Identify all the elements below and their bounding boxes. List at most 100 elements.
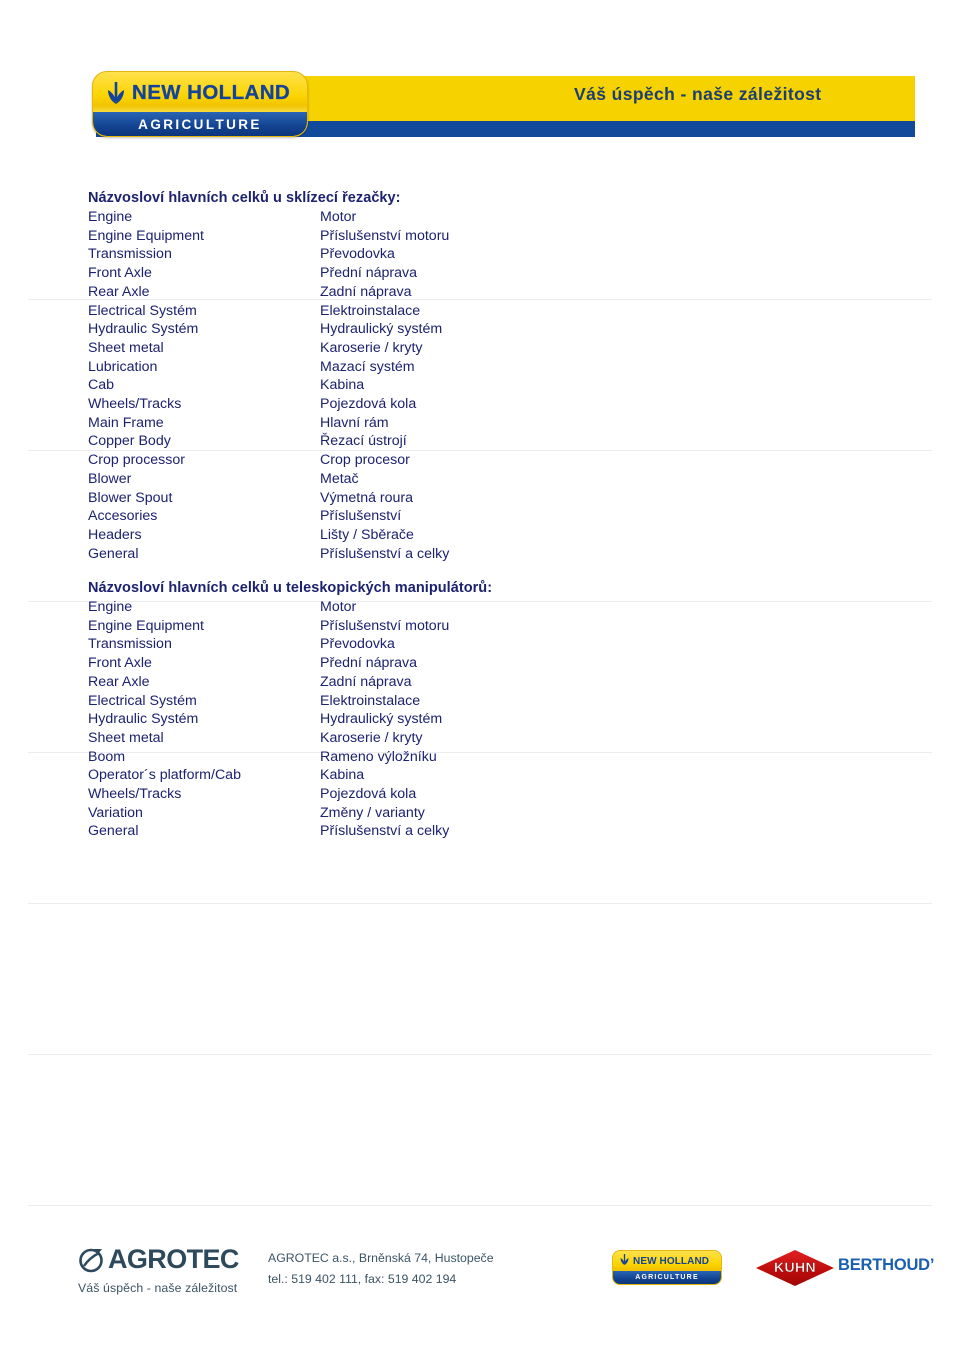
agrotec-tagline: Váš úspěch - naše záležitost [78, 1281, 238, 1295]
term-english: Engine Equipment [88, 227, 204, 244]
terminology-table: Engine Motor Engine Equipment Příslušenství… [88, 208, 708, 563]
table-row: Engine Equipment Příslušenství motoru [88, 617, 708, 636]
table-row: Copper Body Řezací ústrojí [88, 432, 708, 451]
term-english: Variation [88, 804, 143, 821]
term-czech: Hlavní rám [320, 414, 389, 431]
page-rule [28, 1205, 932, 1206]
new-holland-logo-wordmark: NEW HOLLAND [132, 81, 291, 104]
term-english: Hydraulic Systém [88, 321, 199, 338]
new-holland-footer-logo-top: NEW HOLLAND [613, 1251, 721, 1272]
terminology-table-body: Engine Motor Engine Equipment Příslušenství… [88, 598, 708, 841]
term-english: Rear Axle [88, 283, 150, 300]
term-english: Copper Body [88, 433, 171, 450]
kuhn-logo: KUHN [752, 1248, 838, 1288]
term-english: Accesories [88, 508, 158, 525]
term-english: Electrical Systém [88, 302, 197, 319]
term-czech: Příslušenství motoru [320, 617, 450, 634]
term-czech: Kabina [320, 767, 365, 784]
section-telehandler-terms: Názvosloví hlavních celků u teleskopický… [88, 580, 788, 841]
table-row: Cab Kabina [88, 376, 708, 395]
term-czech: Motor [320, 599, 357, 615]
table-row: Engine Motor [88, 208, 708, 227]
term-czech: Výmetná roura [320, 489, 414, 506]
table-row: Engine Equipment Příslušenství motoru [88, 227, 708, 246]
term-english: Cab [88, 377, 115, 394]
table-row: Sheet metal Karoserie / kryty [88, 729, 708, 748]
term-czech: Hydraulický systém [320, 321, 443, 338]
term-czech: Přední náprava [320, 655, 418, 672]
new-holland-footer-logo-bottom: AGRICULTURE [613, 1271, 721, 1284]
term-english: Blower [88, 470, 132, 487]
term-czech: Mazací systém [320, 358, 415, 375]
table-row: Rear Axle Zadní náprava [88, 673, 708, 692]
section-title: Názvosloví hlavních celků u teleskopický… [88, 580, 493, 596]
agrotec-wordmark-row: AGROTEC [78, 1244, 248, 1275]
section-title: Názvosloví hlavních celků u sklízecí řez… [88, 190, 401, 206]
term-english: General [88, 823, 139, 840]
table-row: Transmission Převodovka [88, 635, 708, 654]
page-rule [28, 1054, 932, 1055]
term-english: Main Frame [88, 414, 164, 431]
agrotec-phone: tel.: 519 402 111, fax: 519 402 194 [268, 1272, 457, 1286]
term-czech: Převodovka [320, 246, 395, 263]
term-english: Headers [88, 526, 142, 543]
page-footer: AGROTEC Váš úspěch - naše záležitost AGR… [0, 1232, 960, 1342]
term-english: Operator´s platform/Cab [88, 767, 241, 784]
term-czech: Příslušenství motoru [320, 227, 450, 244]
term-english: Engine [88, 599, 133, 615]
term-czech: Změny / varianty [320, 804, 425, 821]
agrotec-contact-block: AGROTEC a.s., Brněnská 74, Hustopeče tel… [268, 1248, 494, 1290]
table-row: Lubrication Mazací systém [88, 358, 708, 377]
term-czech: Kabina [320, 377, 365, 394]
term-english: Front Axle [88, 265, 152, 282]
term-czech: Přední náprava [320, 265, 418, 282]
term-english: Hydraulic Systém [88, 711, 199, 728]
table-row: General Příslušenství a celky [88, 545, 708, 564]
term-czech: Metač [320, 470, 359, 487]
term-english: Rear Axle [88, 673, 150, 690]
table-row: Hydraulic Systém Hydraulický systém [88, 710, 708, 729]
table-row: Front Axle Přední náprava [88, 654, 708, 673]
new-holland-logo: NEW HOLLAND AGRICULTURE [92, 71, 308, 137]
term-english: Sheet metal [88, 339, 164, 356]
table-row: Blower Metač [88, 470, 708, 489]
term-czech: Řezací ústrojí [320, 433, 407, 450]
term-english: General [88, 545, 139, 562]
new-holland-logo-top: NEW HOLLAND [93, 72, 307, 114]
term-czech: Příslušenství a celky [320, 545, 450, 562]
term-english: Crop processor [88, 452, 185, 469]
new-holland-logo-bottom: AGRICULTURE [93, 112, 307, 136]
table-row: Sheet metal Karoserie / kryty [88, 339, 708, 358]
table-row: Wheels/Tracks Pojezdová kola [88, 395, 708, 414]
table-row: Operator´s platform/Cab Kabina [88, 766, 708, 785]
new-holland-footer-subtitle: AGRICULTURE [635, 1274, 699, 1281]
table-row: Rear Axle Zadní náprava [88, 283, 708, 302]
term-czech: Karoserie / kryty [320, 339, 423, 356]
term-english: Front Axle [88, 655, 152, 672]
term-english: Wheels/Tracks [88, 396, 182, 413]
page-header: Váš úspěch - naše záležitost NEW HOLLAND… [0, 0, 960, 158]
table-row: Crop processor Crop procesor [88, 451, 708, 470]
table-row: Main Frame Hlavní rám [88, 414, 708, 433]
table-row: General Příslušenství a celky [88, 822, 708, 841]
table-row: Boom Rameno výložníku [88, 748, 708, 767]
term-czech: Motor [320, 209, 357, 225]
term-english: Electrical Systém [88, 692, 197, 709]
term-czech: Zadní náprava [320, 673, 412, 690]
new-holland-footer-logo: NEW HOLLAND AGRICULTURE [612, 1250, 722, 1285]
term-czech: Příslušenství a celky [320, 823, 450, 840]
term-czech: Lišty / Sběrače [320, 526, 414, 543]
table-row: Variation Změny / varianty [88, 804, 708, 823]
kuhn-wordmark: KUHN [773, 1259, 817, 1275]
term-czech: Karoserie / kryty [320, 729, 423, 746]
section-harvester-terms: Názvosloví hlavních celků u sklízecí řez… [88, 190, 788, 563]
term-english: Lubrication [88, 358, 158, 375]
term-czech: Pojezdová kola [320, 786, 417, 803]
agrotec-address: AGROTEC a.s., Brněnská 74, Hustopeče [268, 1251, 494, 1265]
new-holland-logo-subtitle: AGRICULTURE [138, 116, 262, 132]
leaf-icon [105, 81, 127, 105]
agrotec-wordmark: AGROTEC [108, 1244, 239, 1274]
table-row: Electrical Systém Elektroinstalace [88, 692, 708, 711]
term-english: Transmission [88, 636, 172, 653]
term-czech: Rameno výložníku [320, 748, 437, 765]
